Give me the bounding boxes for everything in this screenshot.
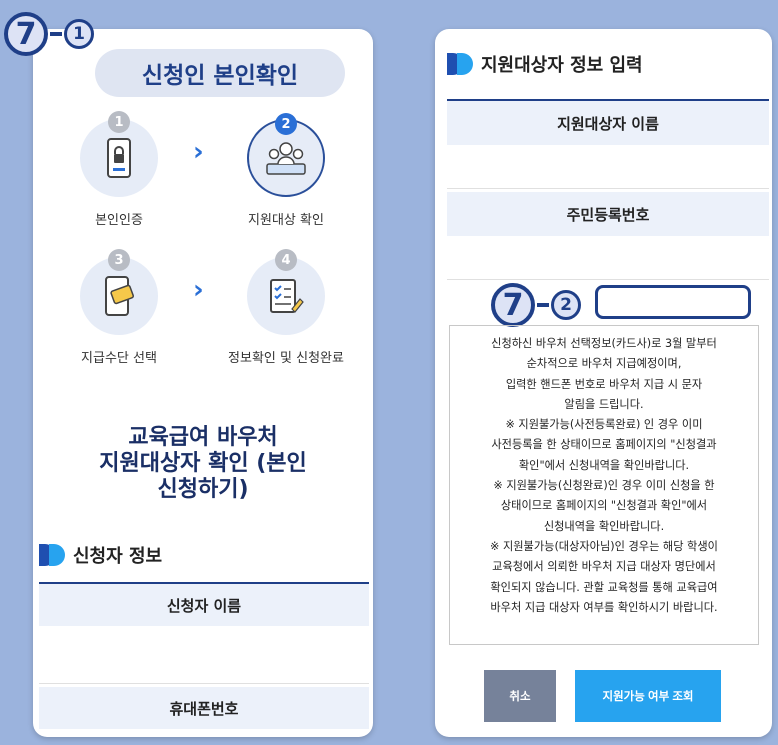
notice-line: 상태이므로 홈페이지의 "신청결과 확인"에서 xyxy=(500,499,708,513)
applicant-section-header: 신청자 정보 xyxy=(39,542,162,568)
notice-line: 교육청에서 의뢰한 바우처 지급 대상자 명단에서 xyxy=(492,560,716,574)
badge-dash xyxy=(537,303,549,307)
applicant-verification-panel: 신청인 본인확인 1 본인인증 › 2 지원대상 확인 3 지급수단 선택 › … xyxy=(33,29,373,737)
main-heading-line-1: 교육급여 바우처 xyxy=(128,425,278,450)
cancel-button[interactable]: 취소 xyxy=(484,670,556,722)
target-section-header: 지원대상자 정보 입력 xyxy=(447,51,643,77)
step-4-number: 4 xyxy=(275,249,297,271)
people-icon xyxy=(266,142,306,175)
applicant-phone-label: 휴대폰번호 xyxy=(39,687,369,729)
notice-box: 신청하신 바우처 선택정보(카드사)로 3월 말부터 순차적으로 바우처 지급예… xyxy=(449,325,759,645)
checklist-icon xyxy=(270,279,304,313)
badge-dash xyxy=(50,32,62,36)
section-arrow-icon xyxy=(447,53,473,75)
step-2-number: 2 xyxy=(275,113,297,135)
notice-line: 알림을 드립니다. xyxy=(564,397,644,411)
step-3: 3 지급수단 선택 xyxy=(54,249,184,366)
notice-line: 입력한 핸드폰 번호로 바우처 지급 시 문자 xyxy=(505,377,703,391)
step-3-number: 3 xyxy=(108,249,130,271)
notice-line: ※ 지원불가능(대상자아님)인 경우는 해당 학생이 xyxy=(490,539,718,553)
step-2: 2 지원대상 확인 xyxy=(221,113,351,228)
main-heading-line-3: 신청하기) xyxy=(157,477,249,502)
badge-sub-number: 2 xyxy=(551,290,581,320)
target-rrn-label: 주민등록번호 xyxy=(447,192,769,236)
step-3-label: 지급수단 선택 xyxy=(81,351,157,366)
section-arrow-icon xyxy=(39,544,65,566)
card-icon xyxy=(105,276,134,316)
main-heading-line-2: 지원대상자 확인 (본인 xyxy=(99,451,307,476)
step-2-circle: 2 xyxy=(247,113,325,197)
notice-line: 확인되지 않습니다. 관할 교육청를 통해 교육급여 xyxy=(490,580,718,594)
step-1-label: 본인인증 xyxy=(95,213,143,228)
step-badge-7-2: 7 2 xyxy=(491,283,581,327)
top-background xyxy=(0,0,778,14)
chevron-right-icon: › xyxy=(193,137,204,167)
page-title: 신청인 본인확인 xyxy=(95,49,345,97)
step-badge-7-1: 7 1 xyxy=(4,12,94,56)
step-4: 4 정보확인 및 신청완료 xyxy=(221,249,351,366)
target-section-title: 지원대상자 정보 입력 xyxy=(481,55,643,76)
target-name-label: 지원대상자 이름 xyxy=(447,101,769,145)
step-4-circle: 4 xyxy=(247,249,325,335)
badge-sub-number: 1 xyxy=(64,19,94,49)
applicant-name-input[interactable] xyxy=(39,626,369,684)
applicant-section-title: 신청자 정보 xyxy=(73,546,163,567)
notice-line: ※ 지원불가능(사전등록완료) 인 경우 이미 xyxy=(505,418,703,432)
check-eligibility-button[interactable]: 지원가능 여부 조회 xyxy=(575,670,721,722)
step-1: 1 본인인증 xyxy=(54,111,184,228)
step-2-label: 지원대상 확인 xyxy=(248,213,324,228)
phone-lock-icon xyxy=(107,138,131,178)
notice-line: 신청내역을 확인바랍니다. xyxy=(543,519,665,533)
badge-main-number: 7 xyxy=(4,12,48,56)
target-name-input[interactable] xyxy=(447,145,769,189)
notice-line: 바우처 지급 대상자 여부를 확인하시기 바랍니다. xyxy=(490,600,718,614)
highlight-box xyxy=(595,285,751,319)
step-1-number: 1 xyxy=(108,111,130,133)
notice-line: ※ 지원불가능(신청완료)인 경우 이미 신청을 한 xyxy=(493,479,715,493)
target-info-panel: 지원대상자 정보 입력 지원대상자 이름 주민등록번호 7 2 신청하신 바우처… xyxy=(435,29,772,737)
badge-main-number: 7 xyxy=(491,283,535,327)
step-3-circle: 3 xyxy=(80,249,158,335)
applicant-name-label: 신청자 이름 xyxy=(39,584,369,626)
target-rrn-input[interactable] xyxy=(447,236,769,280)
main-heading: 교육급여 바우처 지원대상자 확인 (본인 신청하기) xyxy=(33,425,373,503)
notice-line: 신청하신 바우처 선택정보(카드사)로 3월 말부터 xyxy=(491,337,717,350)
step-4-label: 정보확인 및 신청완료 xyxy=(228,351,344,366)
step-1-circle: 1 xyxy=(80,111,158,197)
notice-line: 순차적으로 바우처 지급예정이며, xyxy=(526,357,682,371)
notice-line: 확인"에서 신청내역을 확인바랍니다. xyxy=(518,458,690,472)
notice-line: 사전등록을 한 상태이므로 홈페이지의 "신청결과 xyxy=(491,438,717,452)
chevron-right-icon: › xyxy=(193,275,204,305)
